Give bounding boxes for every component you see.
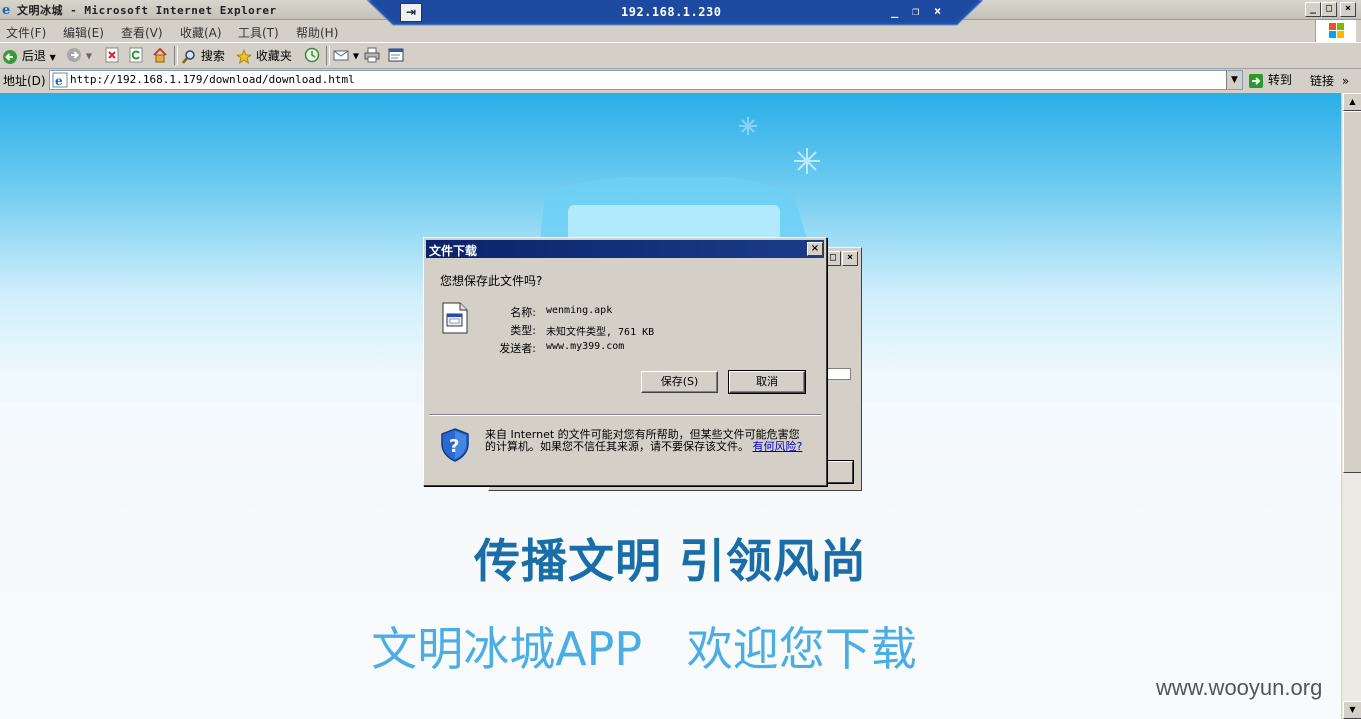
vertical-scrollbar[interactable]: ▲ ▼ — [1341, 93, 1361, 719]
links-label: 链接 — [1310, 74, 1335, 88]
dialog-question: 您想保存此文件吗? — [440, 274, 543, 288]
windows-logo — [1315, 20, 1356, 42]
forward-button[interactable]: ▼ — [66, 47, 92, 63]
history-button[interactable] — [304, 47, 320, 63]
rdp-close-button[interactable]: × — [934, 4, 941, 18]
mail-button[interactable]: ▼ — [333, 47, 359, 63]
progress-bar — [827, 368, 851, 380]
minimize-button[interactable]: _ — [1305, 2, 1321, 17]
go-arrow-icon — [1249, 73, 1263, 88]
page-slogan: 传播文明 引领风尚 — [473, 534, 867, 588]
rdp-restore-button[interactable]: ❐ — [912, 4, 919, 18]
print-button[interactable] — [364, 47, 380, 63]
file-type-value: 未知文件类型, 761 KB — [546, 327, 655, 338]
menu-view[interactable]: 查看(V) — [121, 24, 163, 41]
progress-dialog-maximize-button[interactable]: □ — [825, 251, 841, 266]
page-icon: e — [52, 72, 68, 88]
scroll-up-button[interactable]: ▲ — [1343, 93, 1361, 111]
dialog-title: 文件下载 — [429, 244, 478, 258]
svg-text:e: e — [55, 74, 63, 88]
edit-button[interactable] — [388, 47, 404, 63]
toolbar: 后退 ▼ ▼ 搜索 收藏夹 ▼ — [0, 43, 1361, 69]
menu-file[interactable]: 文件(F) — [6, 24, 46, 41]
stop-button[interactable] — [104, 47, 120, 63]
svg-text:e: e — [2, 3, 10, 16]
history-icon — [304, 47, 320, 63]
favorites-button[interactable]: 收藏夹 — [236, 47, 292, 65]
file-type-label: 类型: — [510, 324, 536, 337]
security-warning: 来自 Internet 的文件可能对您有所帮助，但某些文件可能危害您的计算机。如… — [485, 429, 805, 453]
menu-favorites[interactable]: 收藏(A) — [180, 24, 222, 41]
page-welcome-text: 文明冰城APP 欢迎您下载 — [371, 622, 917, 676]
menu-tools[interactable]: 工具(T) — [238, 24, 279, 41]
links-button[interactable]: 链接 » — [1310, 72, 1349, 89]
menu-edit[interactable]: 编辑(E) — [63, 24, 104, 41]
file-sender-label: 发送者: — [499, 342, 536, 355]
risk-link[interactable]: 有何风险? — [753, 440, 803, 453]
refresh-button[interactable] — [128, 47, 144, 63]
home-icon — [153, 47, 167, 63]
address-label: 地址(D) — [3, 74, 46, 88]
chevron-down-icon[interactable]: ▼ — [50, 53, 56, 62]
menu-help[interactable]: 帮助(H) — [296, 24, 338, 41]
window-title: 文明冰城 - Microsoft Internet Explorer — [17, 4, 277, 17]
close-button[interactable]: × — [1340, 2, 1356, 17]
search-label: 搜索 — [200, 49, 225, 63]
address-url: http://192.168.1.179/download/download.h… — [70, 73, 355, 86]
shield-icon: ? — [441, 428, 469, 462]
progress-dialog-close-button[interactable]: × — [842, 251, 858, 266]
search-icon — [182, 49, 195, 64]
rdp-minimize-button[interactable]: _ — [891, 4, 898, 18]
chevron-down-icon[interactable]: ▼ — [353, 52, 359, 61]
home-button[interactable] — [152, 47, 168, 63]
back-button[interactable]: 后退 ▼ — [2, 47, 56, 65]
chevron-down-icon[interactable]: ▼ — [86, 52, 92, 61]
forward-arrow-icon — [67, 48, 81, 62]
file-sender-value: www.my399.com — [546, 341, 625, 352]
maximize-button[interactable]: □ — [1321, 2, 1337, 17]
address-input[interactable]: e http://192.168.1.179/download/download… — [49, 70, 1243, 90]
ie-icon: e — [2, 3, 10, 16]
scroll-down-button[interactable]: ▼ — [1343, 701, 1361, 719]
toolbar-separator — [174, 46, 178, 65]
file-name-value: wenming.apk — [546, 305, 613, 316]
mail-icon — [333, 50, 349, 61]
dialog-titlebar: 文件下载 × — [426, 240, 824, 258]
address-bar: 地址(D) e http://192.168.1.179/download/do… — [0, 69, 1361, 91]
star-icon — [236, 48, 252, 64]
dialog-close-button[interactable]: × — [807, 242, 823, 256]
go-label: 转到 — [1267, 73, 1292, 87]
edit-page-icon — [388, 48, 404, 62]
menu-bar: 文件(F) 编辑(E) 查看(V) 收藏(A) 工具(T) 帮助(H) — [0, 20, 1361, 43]
file-download-dialog: 文件下载 × 您想保存此文件吗? 名称: wenming.apk 类型: 未知文… — [423, 237, 827, 486]
scroll-thumb[interactable] — [1343, 111, 1361, 473]
chevron-right-icon[interactable]: » — [1342, 74, 1349, 88]
svg-text:?: ? — [449, 436, 459, 457]
print-icon — [364, 47, 380, 63]
address-dropdown-button[interactable]: ▼ — [1226, 71, 1242, 89]
back-label: 后退 — [21, 49, 46, 63]
wooyun-watermark: www.wooyun.org — [1156, 675, 1323, 700]
dialog-divider — [429, 414, 821, 416]
go-button[interactable]: 转到 — [1248, 71, 1292, 89]
toolbar-separator — [326, 46, 330, 65]
progress-dialog-button[interactable] — [824, 460, 854, 484]
refresh-icon — [129, 47, 143, 63]
search-button[interactable]: 搜索 — [181, 47, 225, 65]
stop-icon — [105, 47, 119, 63]
windows-flag-icon — [1329, 23, 1344, 38]
file-name-label: 名称: — [510, 306, 536, 319]
back-arrow-icon — [3, 49, 17, 64]
save-button[interactable]: 保存(S) — [641, 371, 718, 393]
cancel-button[interactable]: 取消 — [728, 370, 806, 394]
favorites-label: 收藏夹 — [255, 49, 292, 63]
rdp-host-address: 192.168.1.230 — [621, 5, 722, 19]
